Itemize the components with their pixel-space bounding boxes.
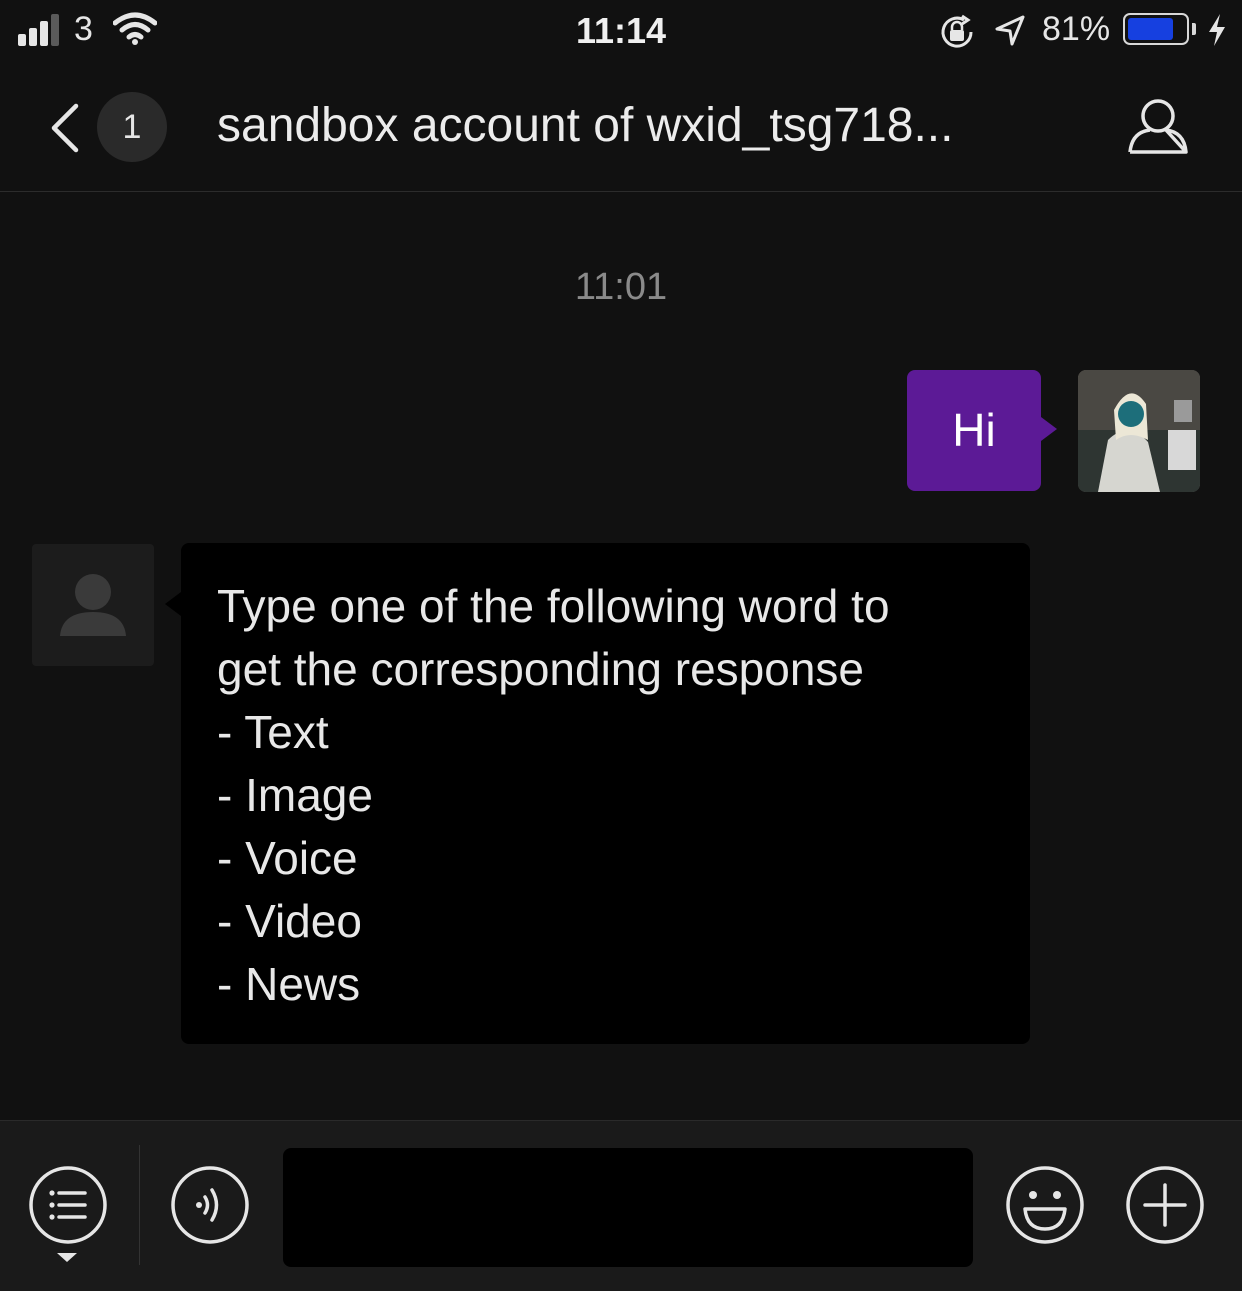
- charging-icon: [1209, 14, 1225, 46]
- rotation-lock-icon: [941, 14, 973, 48]
- back-icon[interactable]: [44, 100, 84, 156]
- default-avatar-icon: [60, 574, 126, 636]
- profile-icon[interactable]: [1126, 94, 1190, 158]
- avatar-image: [1078, 370, 1200, 492]
- battery-percent: 81%: [1042, 10, 1111, 48]
- battery-tip: [1192, 23, 1196, 35]
- menu-caret-icon: [57, 1253, 77, 1262]
- incoming-message[interactable]: Type one of the following word to get th…: [181, 543, 1030, 1044]
- location-icon: [995, 15, 1025, 46]
- outgoing-message[interactable]: Hi: [907, 370, 1041, 491]
- incoming-bubble-tail: [165, 592, 181, 616]
- message-input[interactable]: [283, 1148, 973, 1267]
- outgoing-bubble-tail: [1041, 417, 1057, 441]
- incoming-message-text: Type one of the following word to get th…: [217, 580, 890, 1010]
- message-timestamp: 11:01: [574, 266, 668, 308]
- unread-badge[interactable]: 1: [97, 92, 167, 162]
- input-bar: [0, 1120, 1242, 1291]
- voice-icon[interactable]: [170, 1165, 250, 1245]
- plus-icon[interactable]: [1125, 1165, 1205, 1245]
- battery-level: [1128, 18, 1174, 40]
- chat-header: 1 sandbox account of wxid_tsg718...: [0, 64, 1242, 192]
- chat-title: sandbox account of wxid_tsg718...: [217, 99, 954, 152]
- menu-icon[interactable]: [28, 1165, 108, 1245]
- input-bar-divider: [139, 1145, 140, 1265]
- status-bar: 3 11:14 81%: [0, 0, 1242, 64]
- emoji-icon[interactable]: [1005, 1165, 1085, 1245]
- contact-avatar[interactable]: [32, 544, 154, 666]
- battery-icon: [1123, 13, 1189, 45]
- my-avatar[interactable]: [1078, 370, 1200, 492]
